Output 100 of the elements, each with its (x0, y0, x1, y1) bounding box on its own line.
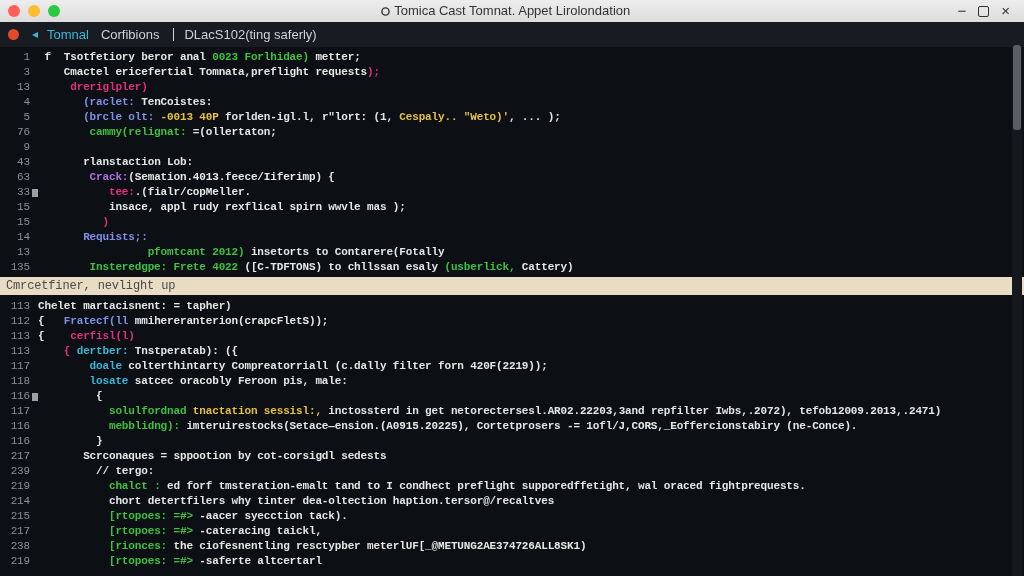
close-button[interactable]: × (995, 1, 1016, 21)
code-text: imteruirestocks(Setace—ension.(A0915.20225), Cortetprosers -= 1ofl/J,CORS,_Eoffercionstabiry (ne-Conce). (186, 420, 858, 432)
code-text: mmihereranterion(crapcFletS)); (134, 315, 329, 327)
tab[interactable]: Corfibions (96, 24, 164, 45)
minimize-button[interactable]: − (951, 1, 973, 21)
highlight-banner: Cmrcetfiner, nevlight up (0, 277, 1024, 295)
code-text: =(ollertaton; (192, 126, 277, 138)
scrollbar[interactable] (1012, 45, 1022, 576)
line-number: 214 (10, 495, 30, 507)
maximize-icon[interactable] (978, 5, 990, 17)
line-number: 113 (10, 330, 30, 342)
code-text: { (38, 315, 45, 327)
code-text: // tergo: (96, 465, 155, 477)
code-text: Scrconaques = sppootion by cot-corsigdl sedests (83, 450, 387, 462)
code-text: ) (102, 216, 109, 228)
code-text: forlden-igl.l, r"lort: (1, (225, 111, 393, 123)
code-text: metter; (315, 51, 361, 63)
code-text: -aacer syecction tack). (199, 510, 348, 522)
line-number: 15 (17, 216, 30, 228)
code-text: tee: (108, 186, 135, 198)
code-text: (raclet: (83, 96, 135, 108)
code-text: .(fialr/copMeller. (134, 186, 251, 198)
line-number: 219 (10, 555, 30, 567)
code-text: chort detertfilers why tinter dea-oltection haption.tersor@/recaltves (108, 495, 555, 507)
code-text: solulfordnad (108, 405, 187, 417)
line-number: 76 (17, 126, 30, 138)
line-number: 117 (10, 360, 30, 372)
line-number: 15 (17, 201, 30, 213)
line-number: 4 (23, 96, 30, 108)
code-text: insace, appl rudy rexflical spirn wwvle mas ); (108, 201, 406, 213)
code-text: Chelet martacisnent: = tapher) (38, 300, 232, 312)
line-number: 13 (17, 81, 30, 93)
code-text: 0023 Forlhidae) (212, 51, 309, 63)
line-number: 118 (10, 375, 30, 387)
code-text: } (96, 435, 103, 447)
code-text: [rtopoes: =#> (108, 525, 193, 537)
code-text: insetorts to Contarere(Fotally (250, 246, 445, 258)
code-text: ([C-TDFTONS) to chllssan esaly (244, 261, 438, 273)
line-number: 219 (10, 480, 30, 492)
line-number: 3 (23, 66, 30, 78)
code-text: ed forf tmsteration-emalt tand to I condhect preflight supporedffetight, wal oraced fightprequests. (167, 480, 806, 492)
close-button[interactable] (8, 5, 20, 17)
line-number: 113 (10, 300, 30, 312)
app-icon (381, 6, 391, 16)
separator (173, 28, 175, 41)
code-text: the ciofesnentling resctypber meterlUF[_@METUNG2AE374726ALL8SK1) (173, 540, 587, 552)
code-text: satcec oracobly Feroon pis, male: (134, 375, 348, 387)
code-text: cerfisl(l) (70, 330, 135, 342)
code-text: Tnstperatab): ({ (134, 345, 238, 357)
code-text: dertber: (76, 345, 129, 357)
code-text: Cattery) (521, 261, 574, 273)
tab[interactable]: Tomnal (43, 24, 93, 45)
code-text: [rtopoes: =#> (108, 555, 193, 567)
line-number: 135 (10, 261, 30, 273)
line-number: 215 (10, 510, 30, 522)
code-text: colterthintarty Compreatorriall (c.dally filter forn 420F(2219)); (128, 360, 548, 372)
code-text: Fratecf(ll (63, 315, 129, 327)
zoom-button[interactable] (48, 5, 60, 17)
code-text: (brcle olt: (83, 111, 155, 123)
code-text: Insteredgpe: Frete 4022 (89, 261, 238, 273)
code-text: -0013 40P (160, 111, 219, 123)
line-number: 5 (23, 111, 30, 123)
code-text: ); (367, 66, 380, 78)
code-text: (usberlick, (444, 261, 516, 273)
code-text: pfomtcant 2012) (147, 246, 245, 258)
code-text: { (63, 345, 71, 357)
code-text: cammy(relignat: (89, 126, 187, 138)
code-text: { (96, 390, 103, 402)
line-number: 117 (10, 405, 30, 417)
code-text: (Semation.4013.feece/Iiferimp) { (128, 171, 335, 183)
code-text: rlanstaction Lob: (83, 156, 193, 168)
line-number: 13 (17, 246, 30, 258)
code-text: , ... ); (508, 111, 561, 123)
line-number: 63 (17, 171, 30, 183)
line-number: 9 (23, 141, 30, 153)
line-number: 14 (17, 231, 30, 243)
line-number: 217 (10, 450, 30, 462)
code-text: TenCoistes: (141, 96, 213, 108)
code-text: Cespaly.. "Weto)' (399, 111, 509, 123)
line-number: 112 (10, 315, 30, 327)
code-text: -cateracing taickl, (199, 525, 322, 537)
breadcrumb-path: DLacS102(ting saferly) (184, 25, 317, 44)
line-number: 217 (10, 525, 30, 537)
scrollbar-thumb[interactable] (1013, 45, 1021, 130)
code-text: tnactation sessisl:, (192, 405, 322, 417)
minimize-button[interactable] (28, 5, 40, 17)
code-text: Requists;: (83, 231, 148, 243)
arrow-icon (31, 30, 39, 39)
line-number: 113 (10, 345, 30, 357)
code-text: -saferte altcertarl (199, 555, 322, 567)
code-text: mebblidng): (108, 420, 180, 432)
line-number: 43 (17, 156, 30, 168)
code-text: chalct : (108, 480, 161, 492)
line-number: 1 (23, 51, 30, 63)
code-text: [rtopoes: =#> (108, 510, 193, 522)
code-text: Crack: (89, 171, 129, 183)
line-number: 33 (17, 186, 30, 198)
line-number: 116 (10, 435, 30, 447)
code-text: inctossterd in get netorectersesl.AR02.22203,3and repfilter Iwbs,.2072), tefob12009.2013,.2471) (328, 405, 942, 417)
window-title: Tomica Cast Tomnat. Appet Lirolondation (394, 2, 631, 21)
